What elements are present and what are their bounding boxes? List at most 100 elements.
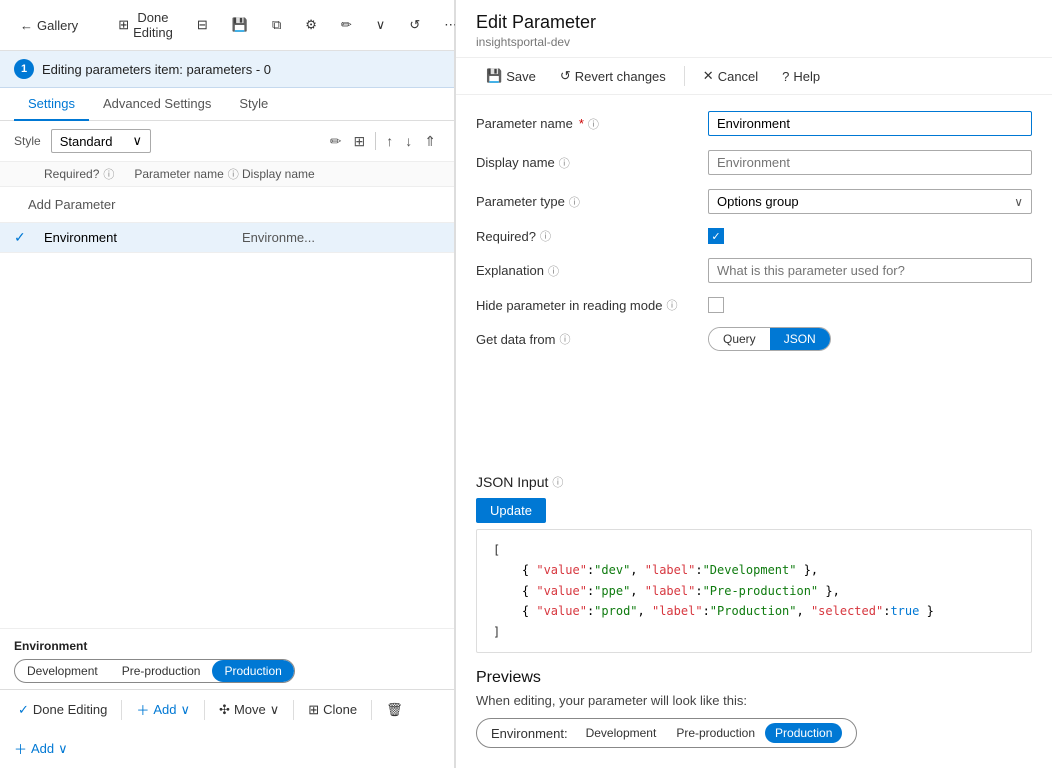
env-option-preproduction[interactable]: Pre-production [110,660,213,682]
th-displayname-label: Display name [242,167,315,181]
layout-button[interactable]: ⊟ [189,13,216,37]
style-up-button[interactable]: ↑ [382,131,397,151]
display-name-input[interactable] [708,150,1032,175]
env-section-label: Environment [14,639,440,653]
param-type-label: Parameter type ⓘ [476,194,696,210]
env-option-development[interactable]: Development [15,660,110,682]
gallery-label: Gallery [37,18,78,33]
plus-icon: ＋ [136,700,149,719]
display-name-row: Display name ⓘ [476,150,1032,175]
check-icon-bottom: ✓ [18,702,29,718]
param-type-info-icon: ⓘ [569,194,580,210]
param-type-label-text: Parameter type [476,194,565,209]
explanation-info-icon: ⓘ [548,263,559,279]
add-param-button[interactable]: Add Parameter [14,191,129,218]
bottom-done-editing-button[interactable]: ✓ Done Editing [10,698,115,722]
banner-number: 1 [14,59,34,79]
edit-banner: 1 Editing parameters item: parameters - … [0,51,454,88]
bottom-move-button[interactable]: ✣ Move ∨ [211,698,287,722]
style-duplicate-button[interactable]: ⊞ [350,131,370,152]
json-title-info-icon: ⓘ [552,474,563,490]
arrow-left-icon: ← [20,18,33,33]
cancel-button[interactable]: ✕ Cancel [693,64,768,88]
refresh-button[interactable]: ↺ [401,13,428,37]
th-param: Required? ⓘ Parameter name ⓘ [44,166,242,182]
display-name-label: Display name ⓘ [476,155,696,171]
required-star: * [579,116,584,131]
bottom-clone-button[interactable]: ⊞ Clone [300,698,365,722]
param-name-control [708,111,1032,136]
gallery-button[interactable]: ← Gallery [12,14,86,37]
plus-icon-global: ＋ [14,739,27,758]
json-editor[interactable]: [ { "value":"dev", "label":"Development"… [476,529,1032,653]
preview-opt-production[interactable]: Production [765,723,842,743]
display-name-info-icon: ⓘ [559,155,570,171]
settings-button[interactable]: ⚙ [297,13,325,37]
explanation-label-text: Explanation [476,263,544,278]
help-button[interactable]: ? Help [772,65,830,88]
tab-advanced-settings[interactable]: Advanced Settings [89,88,225,121]
param-name-info-icon: ⓘ [588,116,599,132]
done-editing-button[interactable]: ⊞ Done Editing [110,6,181,44]
style-down-button[interactable]: ↓ [401,131,416,151]
preview-opt-preproduction[interactable]: Pre-production [666,723,765,743]
hide-reading-label-text: Hide parameter in reading mode [476,298,662,313]
get-data-control: Query JSON [708,327,1032,351]
bottom-add-button[interactable]: ＋ Add ∨ [128,696,198,723]
hide-reading-checkbox[interactable] [708,297,724,313]
required-label: Required? ⓘ [476,228,696,244]
tab-style[interactable]: Style [225,88,282,121]
revert-button[interactable]: ↺ Revert changes [550,64,676,88]
revert-icon: ↺ [560,68,571,84]
style-edit-button[interactable]: ✏ [326,131,346,152]
display-name-control [708,150,1032,175]
done-editing-label: Done Editing [133,10,173,40]
update-button[interactable]: Update [476,498,546,523]
get-data-row: Get data from ⓘ Query JSON [476,327,1032,351]
row-0-display-name: Environme... [242,230,440,245]
param-type-control: Options group ∨ [708,189,1032,214]
btm-sep-4 [371,700,372,720]
th-display: Display name [242,167,440,181]
bottom-add-label: Add [153,702,176,717]
explanation-input[interactable] [708,258,1032,283]
th-required-label: Required? [44,167,99,181]
json-line-2: { "value":"ppe", "label":"Pre-production… [493,581,1015,601]
pencil-button[interactable]: ✏ [333,13,360,37]
json-line-3: { "value":"prod", "label":"Production", … [493,601,1015,621]
revert-label: Revert changes [575,69,666,84]
required-checkbox[interactable]: ✓ [708,228,724,244]
save-button[interactable]: 💾 Save [476,64,546,88]
tab-settings[interactable]: Settings [14,88,89,121]
pencil-icon: ✏ [341,17,352,33]
row-0-check: ✓ [14,229,44,246]
save-button[interactable]: 💾 [224,13,256,37]
param-type-select[interactable]: Options group ∨ [708,189,1032,214]
copy-button[interactable]: ⧉ [264,13,289,37]
get-data-json-button[interactable]: JSON [770,328,830,350]
save-icon: 💾 [232,17,248,33]
style-dropdown[interactable]: Standard ∨ [51,129,151,153]
save-icon-right: 💾 [486,68,502,84]
get-data-toggle-group: Query JSON [708,327,831,351]
env-options-group: Development Pre-production Production [14,659,295,683]
right-panel: Edit Parameter insightsportal-dev 💾 Save… [455,0,1052,768]
get-data-query-button[interactable]: Query [709,328,770,350]
bottom-delete-button[interactable]: 🗑 [378,698,411,722]
preview-opt-development[interactable]: Development [576,723,667,743]
required-control: ✓ [708,228,1032,244]
bottom-global-add-button[interactable]: ＋ Add ∨ [14,739,68,758]
left-panel: ← Gallery ⊞ Done Editing ⊟ 💾 ⧉ ⚙ ✏ ∨ ↺ [0,0,455,768]
style-top-button[interactable]: ⇑ [420,131,440,152]
chevron-down-button[interactable]: ∨ [368,13,394,37]
rt-sep-1 [684,66,685,86]
bottom-global-add-label: Add [31,741,54,756]
required-info-icon: ⓘ [540,228,551,244]
hide-reading-row: Hide parameter in reading mode ⓘ [476,297,1032,313]
param-type-arrow-icon: ∨ [1014,195,1023,209]
bottom-add-section: ＋ Add ∨ [0,729,454,768]
row-0-param-name: Environment [44,230,242,245]
env-option-production[interactable]: Production [212,660,293,682]
param-name-input[interactable] [708,111,1032,136]
table-row-0[interactable]: ✓ Environment Environme... [0,223,454,253]
